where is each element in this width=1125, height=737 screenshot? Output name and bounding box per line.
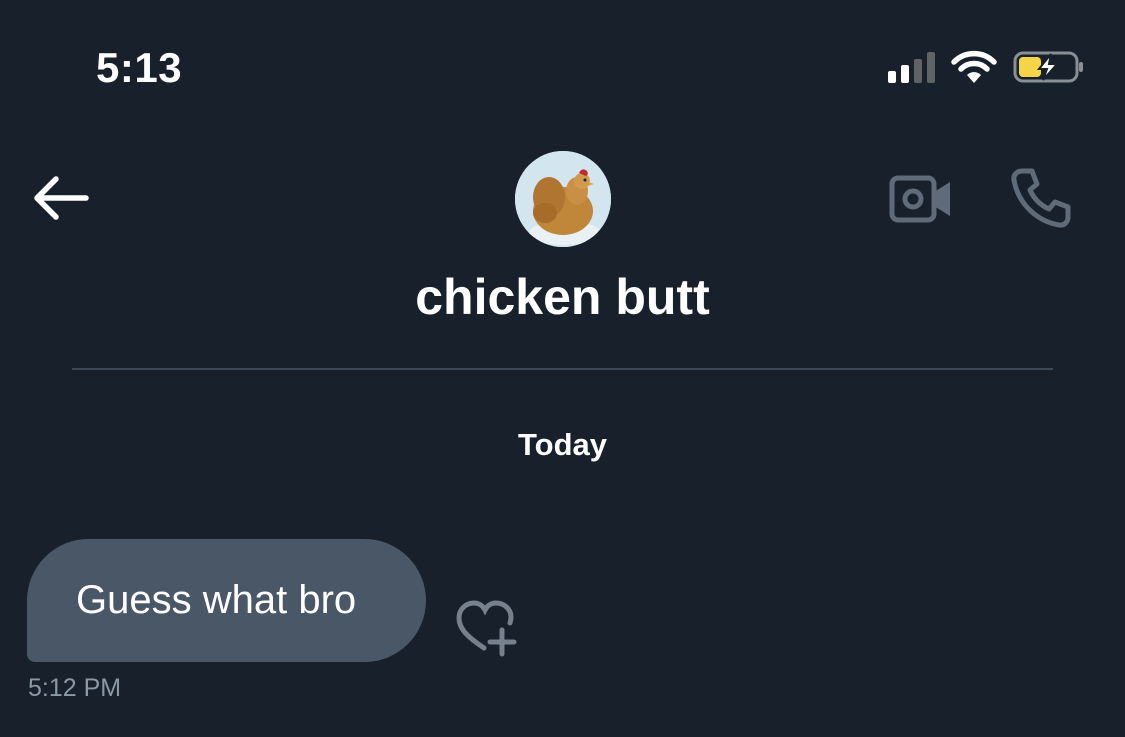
phone-icon xyxy=(1011,168,1071,228)
video-camera-icon xyxy=(889,175,950,223)
heart-plus-icon xyxy=(456,600,517,657)
avatar[interactable] xyxy=(515,151,611,247)
battery-charging-icon xyxy=(1013,51,1083,83)
wifi-icon xyxy=(951,50,997,83)
dm-conversation-screen: 5:13 chicken butt Today Guess what bro 5… xyxy=(0,0,1125,737)
phone-call-button[interactable] xyxy=(1008,165,1074,231)
date-separator: Today xyxy=(518,427,607,462)
status-icons xyxy=(888,50,1085,84)
video-call-button[interactable] xyxy=(888,172,954,226)
contact-name: chicken butt xyxy=(415,269,710,325)
message-bubble[interactable]: Guess what bro xyxy=(27,539,426,662)
status-time: 5:13 xyxy=(96,44,183,91)
signal-icon xyxy=(888,51,935,83)
arrow-left-icon xyxy=(34,176,89,220)
react-button[interactable] xyxy=(454,598,520,658)
back-button[interactable] xyxy=(30,170,92,226)
message-timestamp: 5:12 PM xyxy=(28,674,122,702)
message-text: Guess what bro xyxy=(76,578,357,622)
header-divider xyxy=(72,368,1053,370)
chicken-avatar xyxy=(515,151,611,247)
